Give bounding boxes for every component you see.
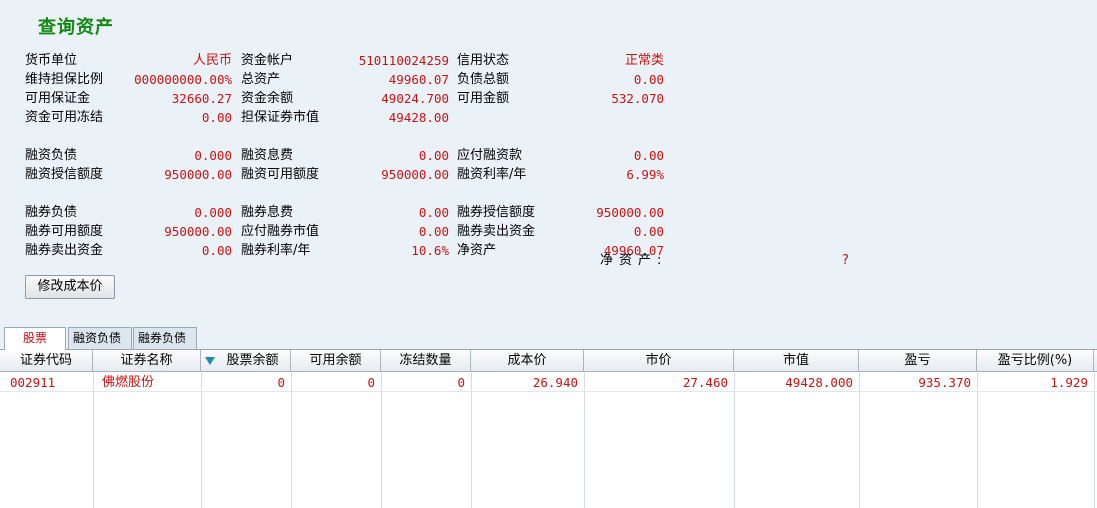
label-net-assets: 净资产 xyxy=(457,243,497,258)
column-divider xyxy=(381,372,382,508)
label-total-assets: 总资产 xyxy=(241,72,281,87)
label-financing-available-limit: 融资可用额度 xyxy=(241,167,320,182)
col-header-name[interactable]: 证券名称 xyxy=(93,350,201,372)
value-short-sale-proceeds-b: 0.00 xyxy=(201,243,232,258)
modify-cost-price-button[interactable]: 修改成本价 xyxy=(25,275,115,299)
value-short-sale-proceeds-a: 0.00 xyxy=(633,224,664,239)
label-frozen-funds: 资金可用冻结 xyxy=(25,110,104,125)
value-securities-liability: 0.000 xyxy=(194,205,232,220)
label-securities-liability: 融券负债 xyxy=(25,205,78,220)
value-credit-status: 正常类 xyxy=(624,53,664,68)
column-divider xyxy=(734,372,735,508)
label-securities-payable-value: 应付融券市值 xyxy=(241,224,320,239)
value-currency: 人民币 xyxy=(192,53,232,68)
value-financing-liability: 0.000 xyxy=(194,148,232,163)
value-total-liabilities: 0.00 xyxy=(633,72,664,87)
value-financing-credit-limit: 950000.00 xyxy=(164,167,232,182)
value-collateral-value: 49428.00 xyxy=(388,110,449,125)
col-header-profit-loss[interactable]: 盈亏 xyxy=(859,350,977,372)
col-header-profit-loss-ratio[interactable]: 盈亏比例(%) xyxy=(977,350,1094,372)
cell-stock-balance: 0 xyxy=(277,375,285,390)
table-header: 证券代码 证券名称 股票余额 可用余额 冻结数量 成本价 市价 市值 盈亏 盈亏… xyxy=(0,350,1097,372)
value-securities-credit-limit: 950000.00 xyxy=(596,205,664,220)
column-divider xyxy=(584,372,585,508)
label-credit-status: 信用状态 xyxy=(457,53,510,68)
label-currency: 货币单位 xyxy=(25,53,78,68)
label-securities-interest: 融券息费 xyxy=(241,205,294,220)
value-securities-rate: 10.6% xyxy=(411,243,449,258)
value-securities-interest: 0.00 xyxy=(418,205,449,220)
label-total-liabilities: 负债总额 xyxy=(457,72,510,87)
col-header-code[interactable]: 证券代码 xyxy=(0,350,93,372)
col-header-frozen[interactable]: 冻结数量 xyxy=(381,350,471,372)
label-financing-interest: 融资息费 xyxy=(241,148,294,163)
label-securities-credit-limit: 融券授信额度 xyxy=(457,205,536,220)
label-securities-rate: 融券利率/年 xyxy=(241,243,311,258)
value-maintenance-ratio: 000000000.00% xyxy=(134,72,232,87)
tab-stocks[interactable]: 股票 xyxy=(4,327,66,350)
cell-cost-price: 26.940 xyxy=(532,375,578,390)
holdings-table: 证券代码 证券名称 股票余额 可用余额 冻结数量 成本价 市价 市值 盈亏 盈亏… xyxy=(0,349,1097,508)
cell-profit-loss: 935.370 xyxy=(918,375,971,390)
label-maintenance-ratio: 维持担保比例 xyxy=(25,72,104,87)
ghost-net-assets-label: 净资产: xyxy=(600,253,668,268)
col-header-market-value[interactable]: 市值 xyxy=(734,350,859,372)
column-divider xyxy=(1094,372,1095,508)
label-financing-rate: 融资利率/年 xyxy=(457,167,527,182)
ghost-net-assets-value: ? xyxy=(842,253,849,268)
cell-market-price: 27.460 xyxy=(682,375,728,390)
value-frozen-funds: 0.00 xyxy=(201,110,232,125)
col-header-market-price[interactable]: 市价 xyxy=(584,350,734,372)
label-financing-liability: 融资负债 xyxy=(25,148,78,163)
column-divider xyxy=(471,372,472,508)
value-financing-available-limit: 950000.00 xyxy=(381,167,449,182)
value-financing-rate: 6.99% xyxy=(626,167,664,182)
column-divider xyxy=(201,372,202,508)
column-divider xyxy=(93,372,94,508)
value-securities-payable-value: 0.00 xyxy=(418,224,449,239)
cell-market-value: 49428.000 xyxy=(785,375,853,390)
label-available-margin: 可用保证金 xyxy=(25,91,91,106)
cell-frozen: 0 xyxy=(457,375,465,390)
label-financing-credit-limit: 融资授信额度 xyxy=(25,167,104,182)
tab-securities-liabilities[interactable]: 融券负债 xyxy=(133,327,197,349)
value-financing-payable: 0.00 xyxy=(633,148,664,163)
tab-bar: 股票 融资负债 融券负债 xyxy=(4,327,304,350)
label-securities-available-limit: 融券可用额度 xyxy=(25,224,104,239)
value-total-assets: 49960.07 xyxy=(388,72,449,87)
tab-financing-liabilities[interactable]: 融资负债 xyxy=(68,327,132,349)
cell-profit-loss-ratio: 1.929 xyxy=(1050,375,1088,390)
cell-available: 0 xyxy=(367,375,375,390)
cell-code: 002911 xyxy=(10,375,56,390)
value-financing-interest: 0.00 xyxy=(418,148,449,163)
column-divider xyxy=(291,372,292,508)
label-available-amount: 可用金额 xyxy=(457,91,510,106)
label-short-sale-proceeds-b: 融券卖出资金 xyxy=(25,243,104,258)
label-short-sale-proceeds-a: 融券卖出资金 xyxy=(457,224,536,239)
value-fund-balance: 49024.700 xyxy=(381,91,449,106)
table-row[interactable]: 002911 佛燃股份 0 0 0 26.940 27.460 49428.00… xyxy=(0,373,1097,392)
label-fund-account: 资金帐户 xyxy=(241,53,294,68)
column-divider xyxy=(977,372,978,508)
value-available-amount: 532.070 xyxy=(611,91,664,106)
label-fund-balance: 资金余额 xyxy=(241,91,294,106)
label-financing-payable: 应付融资款 xyxy=(457,148,523,163)
asset-summary: 货币单位 人民币 资金帐户 510110024259 信用状态 正常类 维持担保… xyxy=(0,0,700,270)
column-divider xyxy=(859,372,860,508)
cell-name: 佛燃股份 xyxy=(102,375,155,390)
value-available-margin: 32660.27 xyxy=(171,91,232,106)
col-header-cost-price[interactable]: 成本价 xyxy=(471,350,584,372)
value-fund-account: 510110024259 xyxy=(358,53,449,68)
col-header-available[interactable]: 可用余额 xyxy=(291,350,381,372)
label-collateral-value: 担保证券市值 xyxy=(241,110,320,125)
value-securities-available-limit: 950000.00 xyxy=(164,224,232,239)
sort-desc-icon[interactable] xyxy=(205,357,215,365)
